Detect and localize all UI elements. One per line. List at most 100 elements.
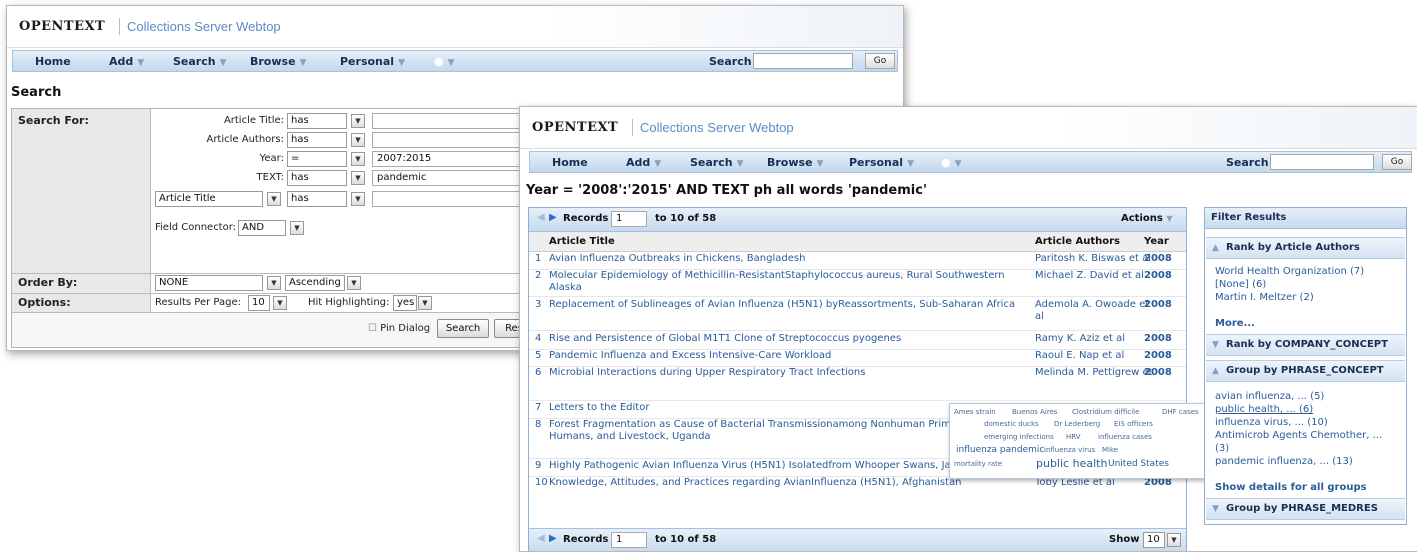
year-link[interactable]: 2008 bbox=[1144, 350, 1172, 361]
article-title-link[interactable]: Avian Influenza Outbreaks in Chickens, B… bbox=[549, 253, 805, 264]
filter-item[interactable]: Antimicrob Agents Chemother, ... bbox=[1215, 430, 1382, 441]
table-row[interactable]: 10 Knowledge, Attitudes, and Practices re… bbox=[529, 477, 1186, 494]
tag-cloud-item[interactable]: Buenos Aires bbox=[1012, 408, 1058, 416]
tag-cloud-item[interactable]: influenza cases bbox=[1098, 433, 1152, 441]
article-authors-link[interactable]: Raoul E. Nap et al bbox=[1035, 350, 1124, 361]
article-title-link[interactable]: Forest Fragmentation as Cause of Bacteri… bbox=[549, 419, 951, 430]
nav-personal[interactable]: Personal ▼ bbox=[340, 55, 405, 68]
table-row[interactable]: 6 Microbial Interactions during Upper Res… bbox=[529, 367, 1186, 384]
tag-cloud-item[interactable]: HRV bbox=[1066, 433, 1081, 441]
next-page-icon[interactable]: ▶ bbox=[549, 533, 557, 544]
nav-home[interactable]: Home bbox=[552, 156, 588, 169]
nav-search-input[interactable] bbox=[753, 53, 853, 69]
go-button[interactable]: Go bbox=[865, 53, 895, 69]
col-authors[interactable]: Article Authors bbox=[1035, 236, 1120, 247]
filter-item[interactable]: Martin I. Meltzer (2) bbox=[1215, 292, 1314, 303]
tag-cloud-item[interactable]: Clostridium difficile bbox=[1072, 408, 1139, 416]
chevron-down-icon[interactable]: ▼ bbox=[290, 221, 304, 235]
go-button[interactable]: Go bbox=[1382, 154, 1412, 170]
filter-item[interactable]: influenza virus, ... (10) bbox=[1215, 417, 1328, 428]
operator-select[interactable]: has bbox=[287, 132, 347, 148]
nav-add[interactable]: Add ▼ bbox=[109, 55, 144, 68]
article-authors-link[interactable]: Ramy K. Aziz et al bbox=[1035, 333, 1125, 344]
col-title[interactable]: Article Title bbox=[549, 236, 615, 247]
nav-browse[interactable]: Browse ▼ bbox=[250, 55, 306, 68]
article-title-link[interactable]: Humans, and Livestock, Uganda bbox=[549, 431, 711, 442]
year-link[interactable]: 2008 bbox=[1144, 367, 1172, 378]
group-medres-header[interactable]: ▼ Group by PHRASE_MEDRES bbox=[1206, 498, 1405, 520]
article-title-link[interactable]: Molecular Epidemiology of Methicillin-Re… bbox=[549, 270, 1005, 281]
article-authors-link[interactable]: Melinda M. Pettigrew et bbox=[1035, 367, 1153, 378]
prev-page-icon[interactable]: ◀ bbox=[537, 212, 545, 223]
col-year[interactable]: Year bbox=[1144, 236, 1169, 247]
pin-dialog-checkbox[interactable]: ☐ Pin Dialog bbox=[368, 323, 430, 334]
show-count-select[interactable]: 10 bbox=[1143, 532, 1165, 548]
article-authors-link[interactable]: Paritosh K. Biswas et al bbox=[1035, 253, 1151, 264]
article-title-link[interactable]: Highly Pathogenic Avian Influenza Virus … bbox=[549, 460, 970, 471]
year-link[interactable]: 2008 bbox=[1144, 299, 1172, 310]
tag-cloud-item[interactable]: influenza virus bbox=[1044, 446, 1095, 454]
rank-authors-header[interactable]: ▲ Rank by Article Authors bbox=[1206, 237, 1405, 259]
article-title-link[interactable]: Replacement of Sublineages of Avian Infl… bbox=[549, 299, 1015, 310]
chevron-down-icon[interactable]: ▼ bbox=[267, 276, 281, 290]
nav-add[interactable]: Add ▼ bbox=[626, 156, 661, 169]
article-title-link[interactable]: Pandemic Influenza and Excess Intensive-… bbox=[549, 350, 831, 361]
order-by-select[interactable]: NONE bbox=[155, 275, 263, 291]
tag-cloud-item[interactable]: domestic ducks bbox=[984, 420, 1039, 428]
nav-search[interactable]: Search ▼ bbox=[690, 156, 744, 169]
tag-cloud-item[interactable]: Mike bbox=[1102, 446, 1118, 454]
search-button[interactable]: Search bbox=[437, 319, 489, 338]
operator-select[interactable]: = bbox=[287, 151, 347, 167]
tag-cloud-item[interactable]: EIS officers bbox=[1114, 420, 1153, 428]
chevron-down-icon[interactable]: ▼ bbox=[351, 171, 365, 185]
filter-item[interactable]: avian influenza, ... (5) bbox=[1215, 391, 1324, 402]
operator-select[interactable]: has bbox=[287, 191, 347, 207]
article-title-link[interactable]: Microbial Interactions during Upper Resp… bbox=[549, 367, 865, 378]
article-authors-link[interactable]: al bbox=[1035, 311, 1044, 322]
actions-menu[interactable]: Actions ▼ bbox=[1121, 213, 1172, 224]
tag-cloud-item[interactable]: mortality rate bbox=[954, 460, 1002, 468]
filter-item[interactable]: World Health Organization (7) bbox=[1215, 266, 1364, 277]
year-link[interactable]: 2008 bbox=[1144, 253, 1172, 264]
next-page-icon[interactable]: ▶ bbox=[549, 212, 557, 223]
results-per-page-select[interactable]: 10 bbox=[248, 295, 270, 311]
records-input[interactable]: 1 bbox=[611, 211, 647, 227]
filter-item[interactable]: (3) bbox=[1215, 443, 1229, 454]
tag-cloud-item[interactable]: public health bbox=[1036, 457, 1107, 470]
chevron-down-icon[interactable]: ▼ bbox=[351, 192, 365, 206]
year-link[interactable]: 2008 bbox=[1144, 333, 1172, 344]
tag-cloud-item[interactable]: influenza pandemic bbox=[956, 445, 1044, 455]
records-input[interactable]: 1 bbox=[611, 532, 647, 548]
year-link[interactable]: 2008 bbox=[1144, 270, 1172, 281]
table-row[interactable]: 5 Pandemic Influenza and Excess Intensive… bbox=[529, 350, 1186, 367]
tag-cloud-item[interactable]: Ames strain bbox=[954, 408, 996, 416]
chevron-down-icon[interactable]: ▼ bbox=[267, 192, 281, 206]
filter-item[interactable]: public health, ... (6) bbox=[1215, 404, 1313, 415]
chevron-down-icon[interactable]: ▼ bbox=[1167, 533, 1181, 547]
article-title-link[interactable]: Knowledge, Attitudes, and Practices rega… bbox=[549, 477, 962, 488]
field-select[interactable]: Article Title bbox=[155, 191, 263, 207]
prev-page-icon[interactable]: ◀ bbox=[537, 533, 545, 544]
article-title-link[interactable]: Alaska bbox=[549, 282, 582, 293]
help-icon[interactable]: ● ▼ bbox=[434, 55, 455, 68]
order-direction-select[interactable]: Ascending bbox=[285, 275, 345, 291]
filter-item[interactable]: [None] (6) bbox=[1215, 279, 1266, 290]
nav-search-input[interactable] bbox=[1270, 154, 1374, 170]
table-row[interactable]: 1 Avian Influenza Outbreaks in Chickens, … bbox=[529, 253, 1186, 270]
nav-personal[interactable]: Personal ▼ bbox=[849, 156, 914, 169]
chevron-down-icon[interactable]: ▼ bbox=[418, 296, 432, 310]
help-icon[interactable]: ● ▼ bbox=[941, 156, 962, 169]
chevron-down-icon[interactable]: ▼ bbox=[351, 114, 365, 128]
chevron-down-icon[interactable]: ▼ bbox=[347, 276, 361, 290]
tag-cloud-item[interactable]: United States bbox=[1108, 459, 1169, 469]
table-row[interactable]: 4 Rise and Persistence of Global M1T1 Clo… bbox=[529, 333, 1186, 350]
article-authors-link[interactable]: Ademola A. Owoade et bbox=[1035, 299, 1149, 310]
table-row[interactable]: 2 Molecular Epidemiology of Methicillin-R… bbox=[529, 270, 1186, 293]
table-row[interactable]: 3 Replacement of Sublineages of Avian Inf… bbox=[529, 299, 1186, 322]
tag-cloud-item[interactable]: emerging infections bbox=[984, 433, 1054, 441]
operator-select[interactable]: has bbox=[287, 170, 347, 186]
filter-item[interactable]: pandemic influenza, ... (13) bbox=[1215, 456, 1353, 467]
group-phrase-header[interactable]: ▲ Group by PHRASE_CONCEPT bbox=[1206, 360, 1405, 382]
show-details-link[interactable]: Show details for all groups bbox=[1215, 482, 1367, 493]
nav-home[interactable]: Home bbox=[35, 55, 71, 68]
